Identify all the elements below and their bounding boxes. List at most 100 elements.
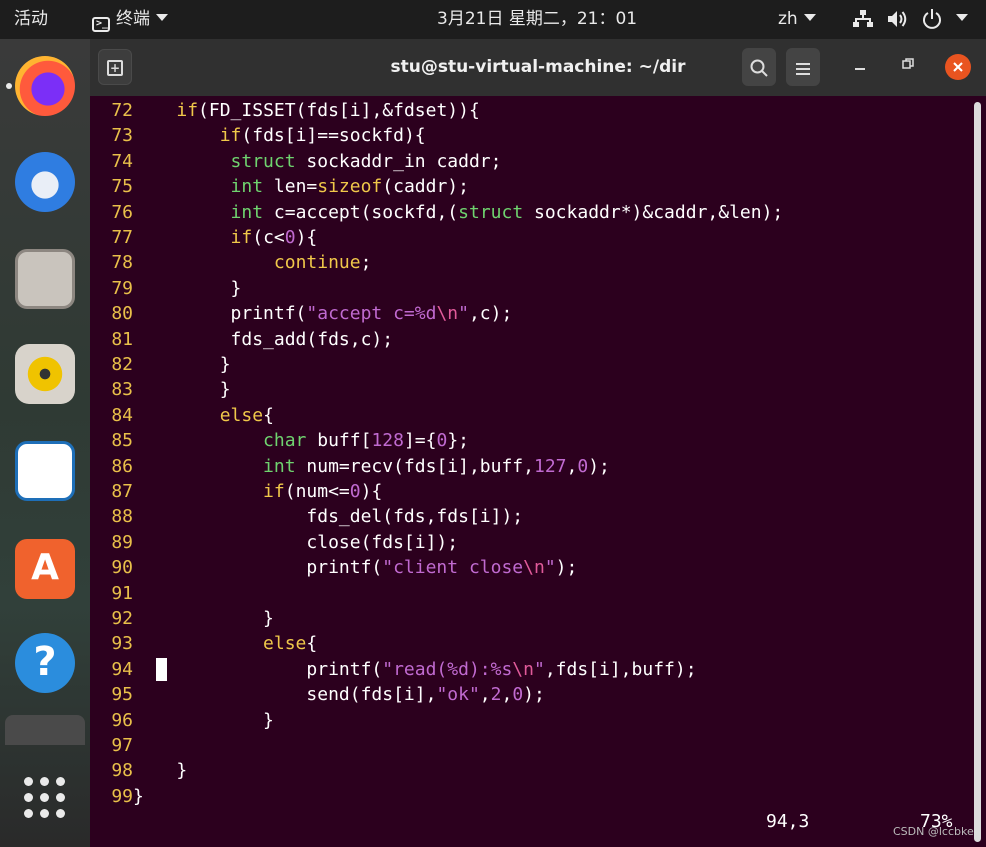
code-text: if(c<0){	[230, 227, 318, 248]
code-line: 96 }	[90, 708, 274, 733]
line-number: 93	[111, 633, 133, 655]
code-line: 75 int len=sizeof(caddr);	[90, 174, 469, 199]
terminal-icon[interactable]	[5, 715, 85, 745]
code-text: if(fds[i]==sockfd){	[219, 125, 426, 147]
code-text: }	[133, 785, 144, 807]
code-text: }	[133, 379, 231, 401]
clock[interactable]: 3月21日 星期二，21：01	[437, 0, 637, 39]
code-line: 93 else{	[90, 631, 317, 656]
minimize-button[interactable]	[848, 53, 872, 81]
line-number: 98	[111, 760, 133, 782]
line-number: 87	[111, 481, 133, 502]
code-text: printf("read(%d):%s\n",fds[i],buff);	[133, 658, 697, 680]
power-icon[interactable]	[922, 0, 942, 39]
dock: A ?	[0, 39, 90, 847]
line-number: 76	[111, 201, 133, 223]
line-number: 82	[111, 354, 133, 375]
code-text: int num=recv(fds[i],buff,127,0);	[263, 455, 610, 477]
writer-icon[interactable]	[15, 441, 75, 501]
code-text: continue;	[273, 252, 372, 274]
thunderbird-icon[interactable]	[15, 152, 75, 212]
code-text: int c=accept(sockfd,(struct sockaddr*)&c…	[230, 201, 784, 223]
code-line: 88 fds_del(fds,fds[i]);	[90, 504, 523, 529]
hamburger-icon	[796, 63, 810, 75]
line-number: 86	[111, 455, 133, 477]
code-text: else{	[263, 633, 318, 655]
code-line: 92 }	[90, 606, 274, 631]
code-line: 72 if(FD_ISSET(fds[i],&fdset)){	[90, 98, 480, 123]
software-icon[interactable]: A	[15, 539, 75, 599]
code-line: 97	[90, 733, 133, 758]
rhythmbox-icon[interactable]	[15, 344, 75, 404]
search-icon	[750, 59, 768, 77]
code-text: char buff[128]={0};	[263, 430, 469, 452]
line-number: 79	[111, 277, 133, 299]
line-number: 95	[111, 684, 133, 706]
line-number: 94	[111, 658, 133, 680]
network-icon[interactable]	[853, 0, 873, 39]
new-tab-button[interactable]: +	[98, 49, 132, 85]
app-menu[interactable]: >_ 终端	[92, 0, 168, 39]
help-glyph: ?	[33, 639, 57, 685]
line-number: 80	[111, 303, 133, 325]
activities-button[interactable]: 活动	[14, 0, 48, 39]
line-number: 72	[111, 100, 133, 121]
code-line: 90 printf("client close\n");	[90, 555, 577, 580]
code-line: 82 }	[90, 352, 231, 377]
code-line: 91	[90, 581, 133, 606]
app-grid-icon[interactable]	[24, 777, 66, 819]
cursor-position: 94,3	[766, 811, 810, 832]
files-icon[interactable]	[15, 249, 75, 309]
code-text: }	[133, 354, 231, 375]
code-text: struct sockaddr_in caddr;	[230, 150, 502, 172]
code-line: 77 if(c<0){	[90, 225, 317, 250]
code-text: printf("client close\n");	[133, 557, 578, 579]
code-text: }	[133, 709, 274, 731]
code-text: printf("accept c=%d\n",c);	[133, 303, 513, 325]
line-number: 75	[111, 176, 133, 198]
close-button[interactable]	[945, 54, 971, 80]
scrollbar[interactable]	[974, 102, 981, 842]
terminal-app-icon: >_	[92, 17, 110, 32]
code-line: 84 else{	[90, 403, 274, 428]
close-icon	[953, 62, 963, 72]
code-line: 83 }	[90, 377, 231, 402]
code-text: }	[133, 760, 188, 782]
code-line: 87 if(num<=0){	[90, 479, 382, 504]
line-number: 88	[111, 506, 133, 528]
code-line: 81 fds_add(fds,c);	[90, 327, 393, 352]
line-number: 97	[111, 735, 133, 756]
system-menu-button[interactable]	[950, 0, 968, 39]
hamburger-menu-button[interactable]	[786, 48, 820, 86]
terminal-headerbar: stu@stu-virtual-machine: ~/dir +	[90, 39, 986, 96]
code-text: }	[133, 608, 274, 629]
chevron-down-icon	[156, 14, 168, 21]
code-text: if(num<=0){	[263, 481, 383, 502]
restore-button[interactable]	[896, 53, 920, 81]
code-text: close(fds[i]);	[133, 531, 459, 553]
code-line: 79 }	[90, 276, 241, 301]
help-icon[interactable]: ?	[15, 633, 75, 693]
input-method-menu[interactable]: zh	[778, 0, 816, 39]
line-number: 78	[111, 252, 133, 274]
code-line: 85 char buff[128]={0};	[90, 428, 469, 453]
code-text: fds_add(fds,c);	[133, 328, 394, 350]
line-number: 74	[111, 150, 133, 172]
line-number: 91	[111, 582, 133, 604]
code-text: }	[133, 277, 242, 299]
code-line: 98 }	[90, 758, 187, 783]
language-label: zh	[778, 9, 798, 29]
line-number: 92	[111, 608, 133, 629]
code-line: 80 printf("accept c=%d\n",c);	[90, 301, 512, 326]
line-number: 81	[111, 328, 133, 350]
line-number: 85	[111, 430, 133, 452]
code-text: send(fds[i],"ok",2,0);	[133, 684, 545, 706]
firefox-icon[interactable]	[15, 56, 75, 116]
line-number: 83	[111, 379, 133, 401]
volume-icon[interactable]	[888, 0, 908, 39]
text-cursor	[156, 658, 167, 681]
code-text: if(FD_ISSET(fds[i],&fdset)){	[176, 100, 480, 121]
terminal-content[interactable]: 72 if(FD_ISSET(fds[i],&fdset)){73 if(fds…	[90, 96, 986, 847]
chevron-down-icon	[956, 14, 968, 21]
search-button[interactable]	[742, 48, 776, 86]
